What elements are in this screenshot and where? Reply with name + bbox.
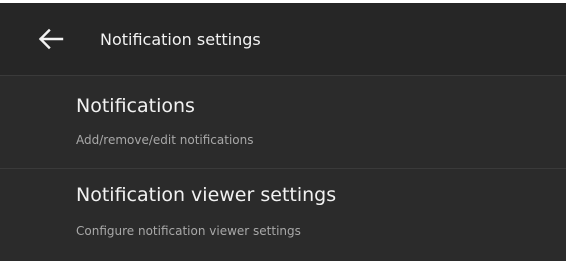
list-item-notification-viewer-settings[interactable]: Notification viewer settings Configure n…: [0, 169, 566, 261]
item-title: Notifications: [76, 95, 195, 117]
header-bar: Notification settings: [0, 3, 566, 75]
item-subtitle: Configure notification viewer settings: [76, 224, 301, 238]
settings-panel: Notification settings Notifications Add/…: [0, 3, 566, 261]
list-item-notifications[interactable]: Notifications Add/remove/edit notificati…: [0, 76, 566, 168]
page-title: Notification settings: [100, 30, 261, 49]
arrow-left-icon[interactable]: [36, 27, 68, 51]
item-title: Notification viewer settings: [76, 184, 337, 206]
item-subtitle: Add/remove/edit notifications: [76, 133, 254, 147]
